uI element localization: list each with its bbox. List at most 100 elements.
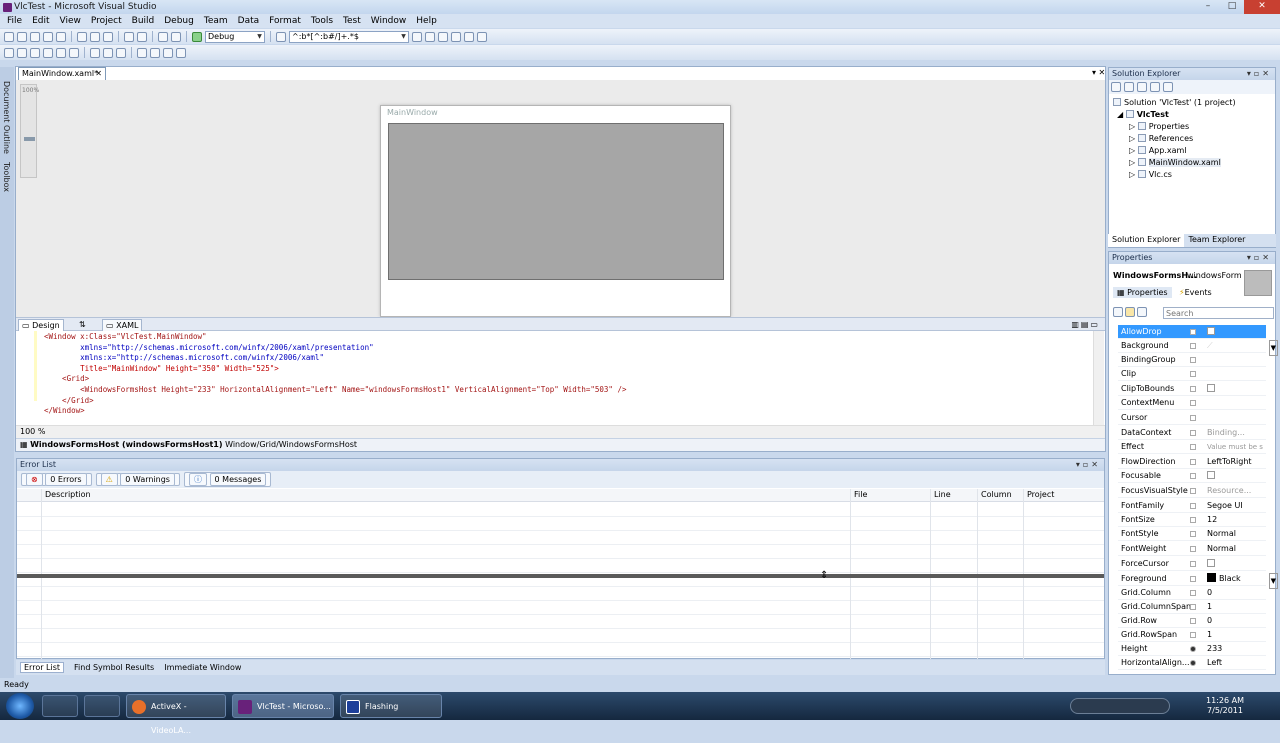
minimize-button[interactable]: – — [1196, 0, 1220, 14]
tree-item-references[interactable]: ▷ References — [1129, 133, 1193, 145]
navigate-back-icon[interactable] — [158, 31, 168, 42]
align-right-icon[interactable] — [30, 47, 40, 58]
toolbox-icon[interactable] — [464, 31, 474, 42]
property-row-focusvisualstyle[interactable]: FocusVisualStyle Resource... — [1118, 484, 1266, 498]
checkbox[interactable] — [1207, 384, 1215, 392]
property-marker[interactable] — [1190, 517, 1196, 523]
taskbar-firefox[interactable]: ActiveX - VideoLA... — [126, 694, 226, 735]
property-row-contextmenu[interactable]: ContextMenu — [1118, 396, 1266, 410]
property-marker[interactable] — [1190, 503, 1196, 509]
panel-window-buttons[interactable]: ▾▫✕ — [1247, 68, 1272, 80]
align-middle-icon[interactable] — [56, 47, 66, 58]
open-file-icon[interactable] — [30, 31, 40, 42]
property-row-allowdrop[interactable]: AllowDrop — [1118, 325, 1266, 339]
center-horizontally-icon[interactable] — [137, 47, 147, 58]
property-row-fontfamily[interactable]: FontFamily Segoe UI — [1118, 499, 1266, 513]
property-marker[interactable] — [1190, 459, 1196, 465]
column-project[interactable]: Project — [1027, 489, 1054, 501]
toolbox-tab[interactable]: Toolbox — [2, 162, 11, 192]
close-button[interactable]: ✕ — [1244, 0, 1280, 14]
maximize-button[interactable]: □ — [1220, 0, 1244, 14]
paste-icon[interactable] — [103, 31, 113, 42]
column-file[interactable]: File — [854, 489, 867, 501]
menu-project[interactable]: Project — [86, 14, 127, 28]
find-in-files-icon[interactable] — [276, 31, 286, 42]
find-combo[interactable]: ^:b*[^:b#/]+.*$ ▼ — [289, 30, 409, 43]
property-row-height[interactable]: Height 233 — [1118, 642, 1266, 656]
property-row-bindinggroup[interactable]: BindingGroup — [1118, 353, 1266, 367]
panel-window-buttons[interactable]: ▾▫✕ — [1247, 252, 1272, 264]
property-row-fontsize[interactable]: FontSize 12 — [1118, 513, 1266, 527]
tree-project[interactable]: ◢ VlcTest — [1117, 109, 1169, 121]
solution-config-select[interactable]: Debug ▼ — [205, 30, 265, 43]
property-row-clip[interactable]: Clip — [1118, 367, 1266, 381]
solution-explorer-icon[interactable] — [425, 31, 435, 42]
column-line[interactable]: Line — [934, 489, 951, 501]
property-marker[interactable] — [1190, 343, 1196, 349]
property-marker[interactable] — [1190, 590, 1196, 596]
property-row-datacontext[interactable]: DataContext Binding... — [1118, 426, 1266, 440]
editor-horizontal-scrollbar[interactable]: 100 % — [16, 425, 1105, 438]
tree-solution[interactable]: Solution 'VlcTest' (1 project) — [1113, 97, 1236, 109]
checkbox[interactable] — [1207, 471, 1215, 479]
property-marker[interactable] — [1190, 576, 1196, 582]
editor-zoom-select[interactable]: 100 % — [20, 427, 45, 436]
xaml-editor[interactable]: <Window x:Class="VlcTest.MainWindow" xml… — [16, 331, 1093, 425]
tree-item-app-xaml[interactable]: ▷ App.xaml — [1129, 145, 1187, 157]
property-marker[interactable] — [1190, 561, 1196, 567]
align-center-icon[interactable] — [17, 47, 27, 58]
messages-filter-button[interactable]: ⓘ 0 Messages — [183, 472, 272, 487]
tree-item-properties[interactable]: ▷ Properties — [1129, 121, 1189, 133]
property-marker[interactable] — [1190, 546, 1196, 552]
events-tab[interactable]: ⚡Events — [1175, 287, 1216, 298]
property-row-flowdirection[interactable]: FlowDirection LeftToRight — [1118, 455, 1266, 469]
start-debugging-icon[interactable] — [192, 31, 202, 42]
close-document-button[interactable]: ▾ ✕ — [1092, 68, 1105, 77]
property-row-grid-rowspan[interactable]: Grid.RowSpan 1 — [1118, 628, 1266, 642]
center-vertically-icon[interactable] — [150, 47, 160, 58]
align-top-icon[interactable] — [43, 47, 53, 58]
categorize-icon[interactable] — [1113, 307, 1123, 317]
menu-help[interactable]: Help — [411, 14, 442, 28]
property-row-grid-column[interactable]: Grid.Column 0 — [1118, 586, 1266, 600]
property-marker[interactable] — [1190, 604, 1196, 610]
chevron-down-icon[interactable]: ▼ — [1268, 573, 1278, 589]
align-bottom-icon[interactable] — [69, 47, 79, 58]
property-marker[interactable] — [1190, 415, 1196, 421]
breadcrumb-path[interactable]: Window/Grid/WindowsFormsHost — [225, 440, 357, 449]
zoom-slider[interactable]: 100% — [20, 84, 39, 178]
align-left-icon[interactable] — [4, 47, 14, 58]
property-marker[interactable] — [1190, 488, 1196, 494]
property-row-forcecursor[interactable]: ForceCursor — [1118, 557, 1266, 571]
property-marker[interactable] — [1190, 400, 1196, 406]
swap-panes-icon[interactable]: ⇅ — [76, 319, 89, 330]
property-row-horizontalalignment[interactable]: HorizontalAlign... Left — [1118, 656, 1266, 670]
close-icon[interactable]: ✕ — [95, 68, 102, 80]
properties-icon[interactable] — [438, 31, 448, 42]
bring-to-front-icon[interactable] — [163, 47, 173, 58]
make-same-width-icon[interactable] — [90, 47, 100, 58]
properties-icon[interactable] — [1111, 82, 1121, 92]
chevron-down-icon[interactable]: ▼ — [1268, 340, 1278, 356]
properties-tab[interactable]: ▦ Properties — [1113, 287, 1172, 298]
start-page-icon[interactable] — [477, 31, 487, 42]
property-marker[interactable] — [1190, 660, 1196, 666]
property-marker[interactable] — [1190, 646, 1196, 652]
breadcrumb-selected[interactable]: WindowsFormsHost (windowsFormsHost1) — [30, 440, 222, 449]
redo-icon[interactable] — [137, 31, 147, 42]
menu-test[interactable]: Test — [338, 14, 366, 28]
taskbar-flashing[interactable]: Flashing — [340, 694, 442, 718]
property-marker[interactable] — [1190, 386, 1196, 392]
menu-build[interactable]: Build — [127, 14, 160, 28]
property-row-background[interactable]: Background ⟋ ▼ — [1118, 339, 1278, 356]
property-marker[interactable] — [1190, 473, 1196, 479]
tree-item-vlc-cs[interactable]: ▷ Vlc.cs — [1129, 169, 1172, 181]
property-row-grid-row[interactable]: Grid.Row 0 — [1118, 614, 1266, 628]
tab-find-symbol-results[interactable]: Find Symbol Results — [74, 663, 154, 672]
itunes-icon[interactable] — [42, 695, 78, 717]
tab-solution-explorer[interactable]: Solution Explorer — [1108, 234, 1185, 247]
navigate-forward-icon[interactable] — [171, 31, 181, 42]
copy-icon[interactable] — [90, 31, 100, 42]
checkbox[interactable] — [1207, 559, 1215, 567]
selected-object-name[interactable]: windowsForm — [1187, 271, 1242, 280]
